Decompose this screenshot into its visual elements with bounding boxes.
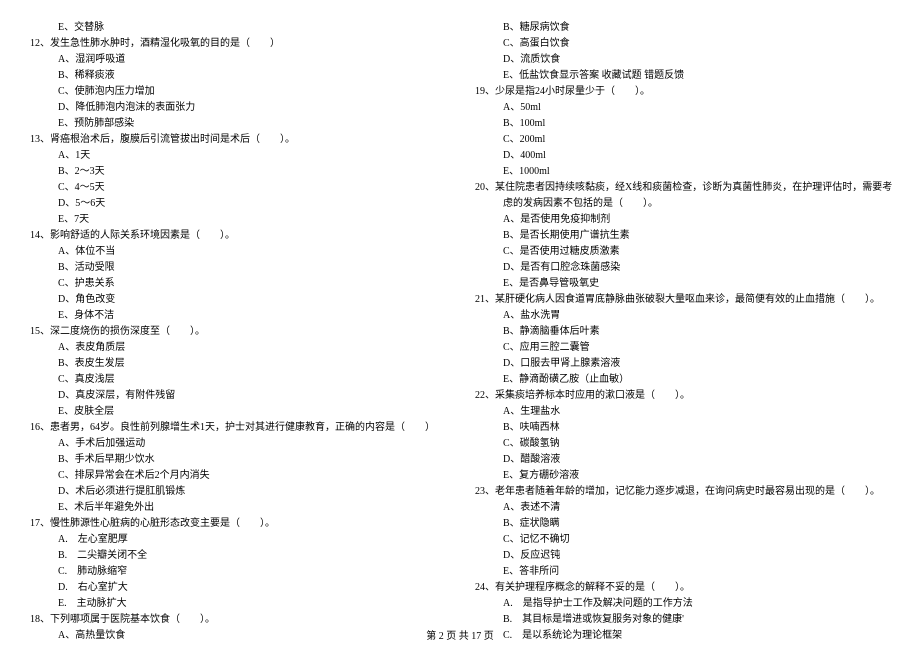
option-text: A. 是指导护士工作及解决问题的工作方法 [475,596,892,612]
option-text: A、生理盐水 [475,404,892,420]
option-text: A、湿润呼吸道 [30,52,435,68]
option-text: D、角色改变 [30,292,435,308]
option-text: B、活动受限 [30,260,435,276]
option-text: D、降低肺泡内泡沫的表面张力 [30,100,435,116]
option-text: D. 右心室扩大 [30,580,435,596]
option-text: A、1天 [30,148,435,164]
option-text: C. 肺动脉缩窄 [30,564,435,580]
option-text: A. 左心室肥厚 [30,532,435,548]
option-text: A、体位不当 [30,244,435,260]
option-text: E、术后半年避免外出 [30,500,435,516]
question-text: 20、某住院患者因持续咳黏痰，经X线和痰菌检查，诊断为真菌性肺炎，在护理评估时，… [475,180,892,196]
option-text: D、400ml [475,148,892,164]
right-column: B、糖尿病饮食C、高蛋白饮食D、流质饮食E、低盐饮食显示答案 收藏试题 错题反馈… [475,20,892,644]
page-container: E、交替脉12、发生急性肺水肿时，酒精湿化吸氧的目的是（ ）A、湿润呼吸道B、稀… [0,0,920,644]
left-column: E、交替脉12、发生急性肺水肿时，酒精湿化吸氧的目的是（ ）A、湿润呼吸道B、稀… [30,20,435,644]
question-text: 23、老年患者随着年龄的增加，记忆能力逐步减退，在询问病史时最容易出现的是（ ）… [475,484,892,500]
option-text: A、盐水洗胃 [475,308,892,324]
option-text: D、真皮深层，有附件残留 [30,388,435,404]
option-text: E、预防肺部感染 [30,116,435,132]
option-text: B、手术后早期少饮水 [30,452,435,468]
option-text: B、表皮生发层 [30,356,435,372]
option-text: E、复方硼砂溶液 [475,468,892,484]
question-text: 21、某肝硬化病人因食道胃底静脉曲张破裂大量呕血来诊，最简便有效的止血措施（ ）… [475,292,892,308]
option-text: B. 二尖瓣关闭不全 [30,548,435,564]
option-text: C、记忆不确切 [475,532,892,548]
option-text: E、7天 [30,212,435,228]
option-text: E、皮肤全层 [30,404,435,420]
option-text: E、是否鼻导管吸氧史 [475,276,892,292]
option-text: C、4～5天 [30,180,435,196]
option-text: B. 其目标是增进或恢复服务对象的健康' [475,612,892,628]
question-text: 24、有关护理程序概念的解释不妥的是（ ）。 [475,580,892,596]
option-text: C、使肺泡内压力增加 [30,84,435,100]
option-text: C、应用三腔二囊管 [475,340,892,356]
question-text: 17、慢性肺源性心脏病的心脏形态改变主要是（ ）。 [30,516,435,532]
question-continuation: 虑的发病因素不包括的是（ ）。 [475,196,892,212]
question-text: 22、采集痰培养标本时应用的漱口液是（ ）。 [475,388,892,404]
question-text: 16、患者男，64岁。良性前列腺增生术1天，护士对其进行健康教育，正确的内容是（… [30,420,435,436]
option-text: C、碳酸氢钠 [475,436,892,452]
option-text: A、是否使用免疫抑制剂 [475,212,892,228]
option-text: E、1000ml [475,164,892,180]
option-text: B、呋喃西林 [475,420,892,436]
option-text: B、症状隐瞒 [475,516,892,532]
question-text: 13、肾癌根治术后，腹膜后引流管拔出时间是术后（ ）。 [30,132,435,148]
option-text: C、真皮浅层 [30,372,435,388]
option-text: E、交替脉 [30,20,435,36]
option-text: A、手术后加强运动 [30,436,435,452]
option-text: E、答非所问 [475,564,892,580]
option-text: B、是否长期使用广谱抗生素 [475,228,892,244]
question-text: 18、下列哪项属于医院基本饮食（ ）。 [30,612,435,628]
option-text: D、是否有口腔念珠菌感染 [475,260,892,276]
option-text: E、低盐饮食显示答案 收藏试题 错题反馈 [475,68,892,84]
page-footer: 第 2 页 共 17 页 [0,627,920,642]
option-text: B、静滴脑垂体后叶素 [475,324,892,340]
option-text: C、护患关系 [30,276,435,292]
question-text: 12、发生急性肺水肿时，酒精湿化吸氧的目的是（ ） [30,36,435,52]
option-text: D、醋酸溶液 [475,452,892,468]
option-text: E、身体不洁 [30,308,435,324]
option-text: B、2～3天 [30,164,435,180]
option-text: B、糖尿病饮食 [475,20,892,36]
option-text: E、静滴酚磺乙胺（止血敏） [475,372,892,388]
option-text: A、表述不清 [475,500,892,516]
option-text: E. 主动脉扩大 [30,596,435,612]
option-text: C、是否使用过糖皮质激素 [475,244,892,260]
option-text: C、200ml [475,132,892,148]
option-text: C、排尿异常会在术后2个月内消失 [30,468,435,484]
option-text: B、稀释痰液 [30,68,435,84]
question-text: 14、影响舒适的人际关系环境因素是（ ）。 [30,228,435,244]
option-text: D、口服去甲肾上腺素溶液 [475,356,892,372]
option-text: A、50ml [475,100,892,116]
option-text: D、流质饮食 [475,52,892,68]
option-text: B、100ml [475,116,892,132]
option-text: C、高蛋白饮食 [475,36,892,52]
question-text: 19、少尿是指24小时尿量少于（ ）。 [475,84,892,100]
option-text: D、术后必须进行提肛肌锻炼 [30,484,435,500]
question-text: 15、深二度烧伤的损伤深度至（ ）。 [30,324,435,340]
option-text: D、5～6天 [30,196,435,212]
option-text: A、表皮角质层 [30,340,435,356]
option-text: D、反应迟钝 [475,548,892,564]
